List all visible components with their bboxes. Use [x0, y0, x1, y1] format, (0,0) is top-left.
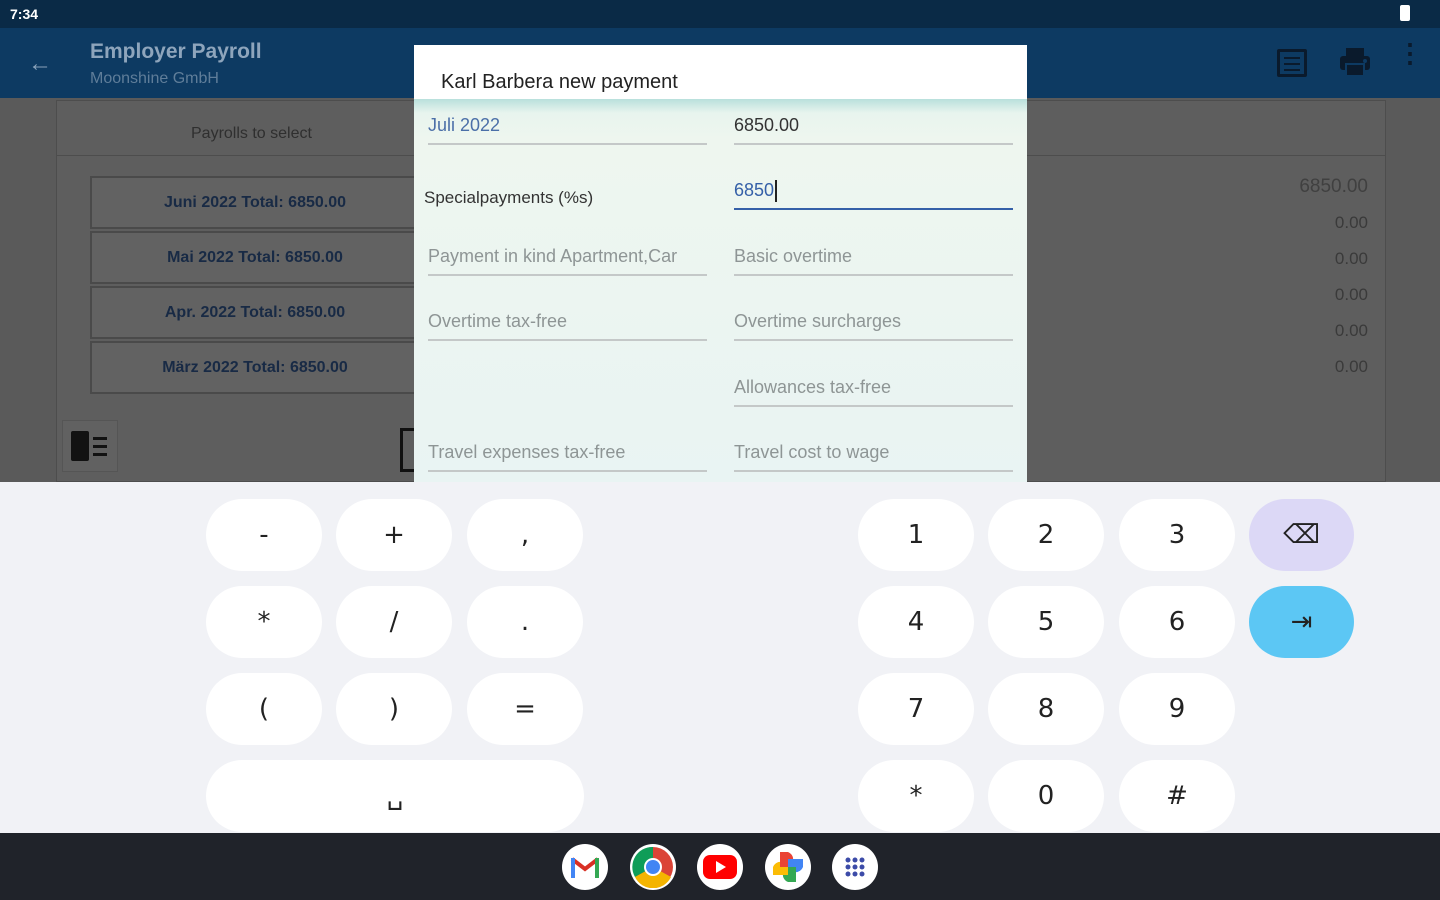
- key-asterisk[interactable]: *: [206, 586, 322, 658]
- numeric-keyboard: - + , * / . ( ) = ␣ 1 2 3 ⌫ 4 5 6 ⇥ 7 8 …: [0, 482, 1440, 833]
- chrome-icon[interactable]: [630, 844, 676, 890]
- key-2[interactable]: 2: [988, 499, 1104, 571]
- key-9[interactable]: 9: [1119, 673, 1235, 745]
- key-plus[interactable]: +: [336, 499, 452, 571]
- month-field[interactable]: Juli 2022: [428, 115, 707, 145]
- bracket-icon: [400, 428, 414, 472]
- list-lines-icon: [93, 437, 107, 461]
- key-period[interactable]: .: [467, 586, 583, 658]
- key-3[interactable]: 3: [1119, 499, 1235, 571]
- battery-icon: [1400, 5, 1410, 21]
- travel-cost-to-wage-field[interactable]: Travel cost to wage: [734, 442, 1013, 472]
- new-payment-dialog: Karl Barbera new payment Juli 2022 6850.…: [414, 45, 1027, 482]
- payroll-list: Juni 2022 Total: 6850.00 Mai 2022 Total:…: [90, 176, 420, 396]
- key-star[interactable]: *: [858, 760, 974, 832]
- value-cell: 0.00: [1334, 321, 1368, 340]
- specialpayments-input[interactable]: 6850: [734, 180, 1013, 210]
- taskbar: [0, 833, 1440, 900]
- payroll-item[interactable]: Juni 2022 Total: 6850.00: [90, 176, 420, 229]
- photos-icon[interactable]: [765, 844, 811, 890]
- key-4[interactable]: 4: [858, 586, 974, 658]
- dialog-title: Karl Barbera new payment: [441, 71, 678, 93]
- list-icon[interactable]: [1277, 49, 1307, 77]
- value-cell: 0.00: [1334, 249, 1368, 268]
- payroll-item[interactable]: Apr. 2022 Total: 6850.00: [90, 286, 420, 339]
- back-arrow-icon[interactable]: ←: [28, 50, 52, 78]
- basic-overtime-field[interactable]: Basic overtime: [734, 246, 1013, 276]
- key-close-paren[interactable]: ): [336, 673, 452, 745]
- value-cell: 6850.00: [1299, 176, 1368, 197]
- payroll-item[interactable]: Mai 2022 Total: 6850.00: [90, 231, 420, 284]
- key-5[interactable]: 5: [988, 586, 1104, 658]
- payroll-values: 6850.00 0.00 0.00 0.00 0.00 0.00: [1299, 174, 1368, 390]
- key-0[interactable]: 0: [988, 760, 1104, 832]
- key-1[interactable]: 1: [858, 499, 974, 571]
- allowances-tax-free-field[interactable]: Allowances tax-free: [734, 377, 1013, 407]
- travel-expenses-tax-free-field[interactable]: Travel expenses tax-free: [428, 442, 707, 472]
- print-icon[interactable]: [1338, 46, 1372, 78]
- app-title: Employer Payroll: [90, 40, 262, 63]
- dialog-body: Juli 2022 6850.00 Specialpayments (%s) 6…: [414, 99, 1027, 482]
- key-comma[interactable]: ,: [467, 499, 583, 571]
- delete-list-button[interactable]: [62, 420, 118, 472]
- value-cell: 0.00: [1334, 357, 1368, 376]
- status-time: 7:34: [10, 6, 39, 22]
- app-subtitle: Moonshine GmbH: [90, 70, 219, 87]
- status-bar: 7:34: [0, 0, 1440, 28]
- overtime-surcharges-field[interactable]: Overtime surcharges: [734, 311, 1013, 341]
- tab-next-icon[interactable]: ⇥: [1249, 586, 1354, 658]
- value-cell: 0.00: [1334, 213, 1368, 232]
- key-8[interactable]: 8: [988, 673, 1104, 745]
- key-minus[interactable]: -: [206, 499, 322, 571]
- key-space[interactable]: ␣: [206, 760, 584, 832]
- payroll-item[interactable]: März 2022 Total: 6850.00: [90, 341, 420, 394]
- key-6[interactable]: 6: [1119, 586, 1235, 658]
- key-equals[interactable]: =: [467, 673, 583, 745]
- key-7[interactable]: 7: [858, 673, 974, 745]
- key-slash[interactable]: /: [336, 586, 452, 658]
- payment-in-kind-field[interactable]: Payment in kind Apartment,Car: [428, 246, 707, 276]
- key-open-paren[interactable]: (: [206, 673, 322, 745]
- specialpayments-label: Specialpayments (%s): [424, 188, 594, 207]
- gmail-icon[interactable]: [562, 844, 608, 890]
- app-launcher-icon[interactable]: [832, 844, 878, 890]
- specialpayments-value: 6850: [734, 180, 775, 200]
- value-cell: 0.00: [1334, 285, 1368, 304]
- key-hash[interactable]: #: [1119, 760, 1235, 832]
- youtube-icon[interactable]: [697, 844, 743, 890]
- more-vert-icon[interactable]: ⋮: [1397, 40, 1423, 66]
- month-value-field[interactable]: 6850.00: [734, 115, 1013, 145]
- payrolls-header: Payrolls to select: [191, 125, 312, 142]
- overtime-tax-free-field[interactable]: Overtime tax-free: [428, 311, 707, 341]
- trash-icon: [71, 431, 89, 461]
- text-caret: [775, 180, 778, 203]
- backspace-icon[interactable]: ⌫: [1249, 499, 1354, 571]
